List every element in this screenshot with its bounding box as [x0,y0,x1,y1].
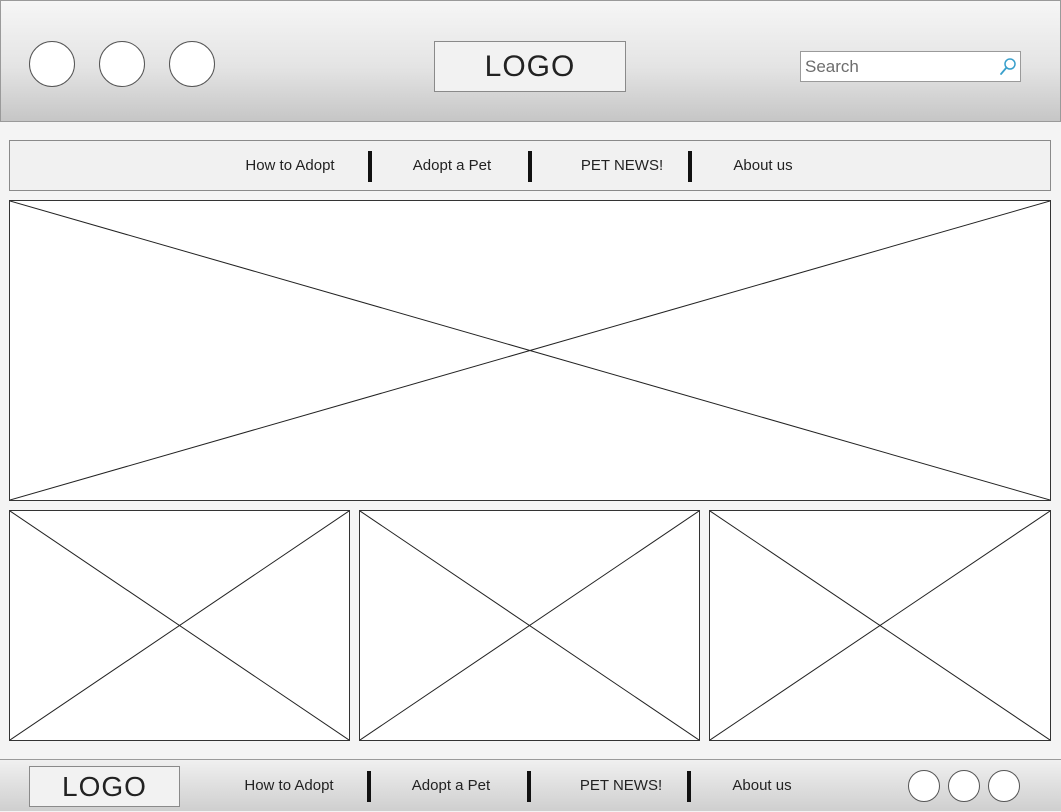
header-logo[interactable]: LOGO [434,41,626,92]
footer-divider [367,771,371,802]
header-circle-button-2[interactable] [99,41,145,87]
tile-image-placeholder-3 [709,510,1051,741]
search-box [800,51,1021,82]
nav-divider [368,151,372,182]
nav-divider [688,151,692,182]
placeholder-cross-icon [360,511,699,740]
footer-link-pet-news[interactable]: PET NEWS! [571,760,671,812]
footer-link-how-to-adopt[interactable]: How to Adopt [229,760,349,812]
footer-circle-button-2[interactable] [948,770,980,802]
search-icon[interactable] [999,57,1017,77]
search-input[interactable] [805,55,990,78]
placeholder-cross-icon [10,201,1050,500]
footer-logo[interactable]: LOGO [29,766,180,807]
footer-link-adopt-a-pet[interactable]: Adopt a Pet [399,760,503,812]
placeholder-cross-icon [710,511,1050,740]
nav-item-about-us[interactable]: About us [720,141,806,190]
nav-divider [528,151,532,182]
placeholder-cross-icon [10,511,349,740]
hero-image-placeholder [9,200,1051,501]
nav-item-adopt-a-pet[interactable]: Adopt a Pet [400,141,504,190]
header-circle-button-1[interactable] [29,41,75,87]
footer-circle-button-1[interactable] [908,770,940,802]
tile-image-placeholder-1 [9,510,350,741]
tile-image-placeholder-2 [359,510,700,741]
footer-divider [687,771,691,802]
footer-divider [527,771,531,802]
footer: LOGO How to Adopt Adopt a Pet PET NEWS! … [0,759,1061,811]
main-nav: How to Adopt Adopt a Pet PET NEWS! About… [9,140,1051,191]
footer-link-about-us[interactable]: About us [719,760,805,812]
header: LOGO [0,0,1061,122]
nav-item-pet-news[interactable]: PET NEWS! [572,141,672,190]
footer-circle-button-3[interactable] [988,770,1020,802]
header-circle-button-3[interactable] [169,41,215,87]
nav-item-how-to-adopt[interactable]: How to Adopt [230,141,350,190]
